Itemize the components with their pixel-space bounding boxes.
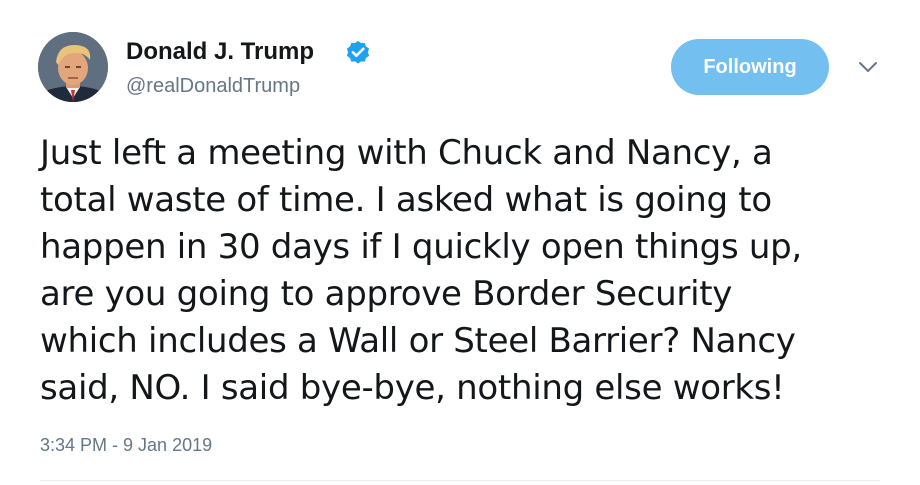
tweet-text: Just left a meeting with Chuck and Nancy… xyxy=(40,133,802,408)
following-button[interactable]: Following xyxy=(671,39,829,95)
display-name[interactable]: Donald J. Trump xyxy=(126,38,314,66)
avatar[interactable] xyxy=(38,32,108,102)
user-handle[interactable]: @realDonaldTrump xyxy=(126,74,300,98)
divider xyxy=(40,480,880,481)
chevron-down-icon[interactable] xyxy=(857,60,879,74)
tweet-card: Donald J. Trump @realDonaldTrump Followi… xyxy=(0,0,920,485)
tweet-timestamp[interactable]: 3:34 PM - 9 Jan 2019 xyxy=(40,434,212,456)
profile-photo-icon xyxy=(38,32,108,102)
verified-badge-icon xyxy=(346,40,370,64)
